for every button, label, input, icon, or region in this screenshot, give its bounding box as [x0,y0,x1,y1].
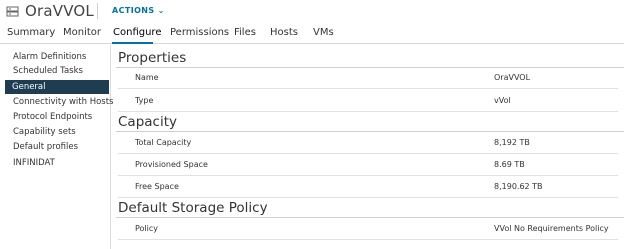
datastore-icon [6,6,19,17]
sidebar-item-default-profiles[interactable]: Default profiles [6,140,78,154]
properties-heading: Properties [118,50,187,66]
capacity-row-provisioned: Provisioned Space 8.69 TB [118,154,618,176]
tab-hosts[interactable]: Hosts [270,27,298,38]
sidebar-item-capability-sets[interactable]: Capability sets [6,125,76,139]
capacity-key: Total Capacity [135,138,192,147]
actions-label: ACTIONS [112,6,155,15]
configure-sidebar: Alarm Definitions Scheduled Tasks Genera… [0,45,113,249]
policy-row: Policy VVol No Requirements Policy [118,218,618,240]
policy-key: Policy [135,224,159,233]
tab-permissions[interactable]: Permissions [170,27,229,38]
property-key: Type [135,96,154,105]
page-title: OraVVOL [25,2,94,20]
general-panel: Properties Name OraVVOL Type vVol Capaci… [112,45,624,249]
sidebar-item-connectivity-with-hosts[interactable]: Connectivity with Hosts [6,95,113,109]
tab-summary[interactable]: Summary [7,27,55,38]
tab-monitor[interactable]: Monitor [63,27,101,38]
sidebar-item-protocol-endpoints[interactable]: Protocol Endpoints [6,110,92,124]
capacity-row-total: Total Capacity 8,192 TB [118,132,618,154]
property-key: Name [135,73,159,82]
active-tab-indicator [112,42,153,44]
property-row-name: Name OraVVOL [118,67,618,89]
actions-menu-button[interactable]: ACTIONS ⌄ [112,6,165,15]
capacity-value: 8,192 TB [494,138,530,147]
object-header: OraVVOL ACTIONS ⌄ [0,0,624,24]
header-divider [97,3,98,19]
sidebar-item-scheduled-tasks[interactable]: Scheduled Tasks [6,64,83,78]
chevron-down-icon: ⌄ [157,6,165,15]
capacity-value: 8,190.62 TB [494,182,543,191]
sidebar-item-infinidat[interactable]: INFINIDAT [6,156,55,170]
tab-vms[interactable]: VMs [313,27,334,38]
storage-policy-heading: Default Storage Policy [118,200,268,216]
sidebar-item-general[interactable]: General [5,80,109,94]
tab-bar: Summary Monitor Configure Permissions Fi… [0,24,624,44]
sidebar-item-alarm-definitions[interactable]: Alarm Definitions [6,50,86,64]
tab-configure[interactable]: Configure [113,27,161,38]
property-row-type: Type vVol [118,90,618,112]
capacity-key: Free Space [135,182,179,191]
property-value: OraVVOL [494,73,531,82]
property-value: vVol [494,96,511,105]
capacity-value: 8.69 TB [494,160,525,169]
tab-files[interactable]: Files [234,27,256,38]
policy-value: VVol No Requirements Policy [494,224,609,233]
capacity-row-free: Free Space 8,190.62 TB [118,176,618,198]
capacity-key: Provisioned Space [135,160,208,169]
capacity-heading: Capacity [118,114,177,130]
